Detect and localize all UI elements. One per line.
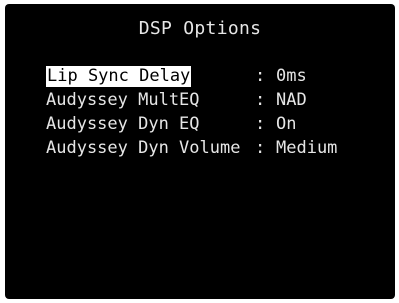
menu-title: DSP Options (138, 18, 262, 39)
separator: : (255, 66, 266, 86)
separator: : (255, 90, 266, 110)
separator: : (255, 138, 266, 158)
menu-item-audyssey-dyn-eq[interactable]: Audyssey Dyn EQ : On (45, 112, 337, 136)
page: DSP Options Lip Sync Delay : 0ms Audysse… (0, 0, 399, 303)
menu-item-value: NAD (276, 90, 307, 110)
menu-item-audyssey-multeq[interactable]: Audyssey MultEQ : NAD (45, 88, 337, 112)
menu-item-value: On (276, 114, 297, 134)
menu-item-label: Audyssey MultEQ (46, 90, 200, 110)
separator: : (255, 114, 266, 134)
dsp-options-menu: Lip Sync Delay : 0ms Audyssey MultEQ : N… (45, 64, 337, 160)
menu-item-audyssey-dyn-volume[interactable]: Audyssey Dyn Volume : Medium (45, 136, 337, 160)
menu-item-value: Medium (276, 138, 338, 158)
menu-item-label: Lip Sync Delay (46, 66, 192, 87)
menu-item-label: Audyssey Dyn EQ (46, 114, 200, 134)
menu-item-lip-sync-delay[interactable]: Lip Sync Delay : 0ms (45, 64, 337, 88)
osd-screen: DSP Options Lip Sync Delay : 0ms Audysse… (5, 4, 395, 299)
menu-item-label: Audyssey Dyn Volume (46, 138, 241, 158)
menu-item-value: 0ms (276, 66, 307, 86)
